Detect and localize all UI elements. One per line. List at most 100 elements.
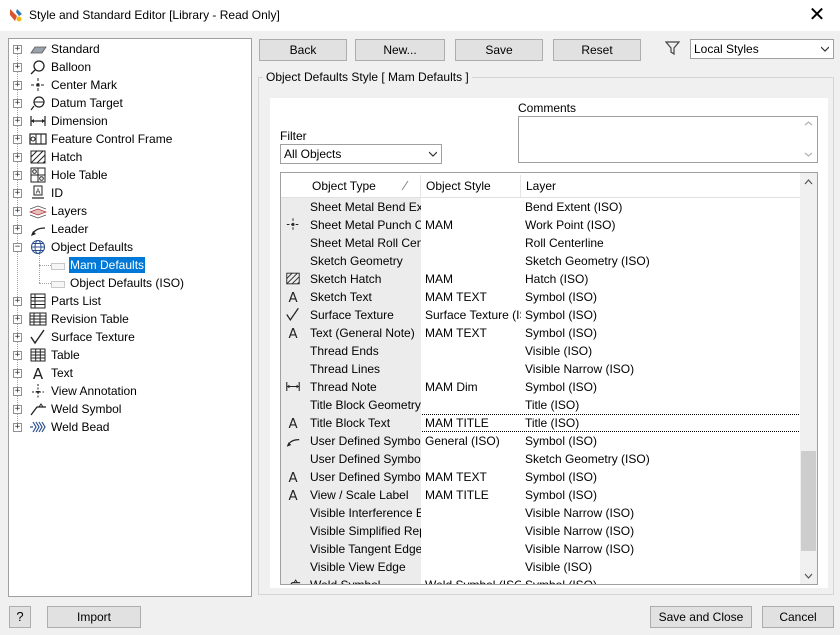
tree-item-object-defaults[interactable]: − Object Defaults bbox=[9, 238, 249, 256]
table-row[interactable]: User Defined Symbol (Leader)General (ISO… bbox=[281, 432, 801, 450]
tree-item-standard[interactable]: + Standard bbox=[9, 40, 249, 58]
cell-style[interactable] bbox=[421, 360, 521, 378]
expand-icon[interactable]: + bbox=[13, 405, 22, 414]
tree-subitem[interactable]: Object Defaults (ISO) bbox=[9, 274, 249, 292]
cell-layer[interactable]: Symbol (ISO) bbox=[521, 378, 801, 396]
styles-filter-dropdown[interactable]: Local Styles bbox=[690, 39, 834, 59]
cell-style[interactable] bbox=[421, 504, 521, 522]
expand-icon[interactable]: + bbox=[13, 351, 22, 360]
comments-scrollbar[interactable] bbox=[800, 117, 817, 162]
cell-layer[interactable]: Visible Narrow (ISO) bbox=[521, 504, 801, 522]
cell-layer[interactable]: Symbol (ISO) bbox=[521, 306, 801, 324]
funnel-icon[interactable] bbox=[665, 41, 680, 55]
cell-style[interactable]: MAM bbox=[421, 270, 521, 288]
save-and-close-button[interactable]: Save and Close bbox=[650, 606, 752, 628]
cell-layer[interactable]: Symbol (ISO) bbox=[521, 288, 801, 306]
cell-layer[interactable]: Visible Narrow (ISO) bbox=[521, 540, 801, 558]
cell-style[interactable] bbox=[421, 234, 521, 252]
expand-icon[interactable]: + bbox=[13, 153, 22, 162]
column-header-object-type[interactable]: Object Type bbox=[312, 179, 376, 193]
cell-layer[interactable]: Visible (ISO) bbox=[521, 558, 801, 576]
cell-style[interactable]: MAM TEXT bbox=[421, 288, 521, 306]
expand-icon[interactable]: + bbox=[13, 333, 22, 342]
tree-item-weld-bead[interactable]: + Weld Bead bbox=[9, 418, 249, 436]
cell-style[interactable]: General (ISO) bbox=[421, 432, 521, 450]
close-icon[interactable]: ✕ bbox=[794, 0, 840, 31]
table-row[interactable]: Sheet Metal Roll Centerline Roll Centerli… bbox=[281, 234, 801, 252]
table-row[interactable]: A View / Scale Label MAM TITLE Symbol (ISO) bbox=[281, 486, 801, 504]
tree-item-revision-table[interactable]: + Revision Table bbox=[9, 310, 249, 328]
tree-item-table[interactable]: + Table bbox=[9, 346, 249, 364]
expand-icon[interactable]: + bbox=[13, 297, 22, 306]
cell-style[interactable] bbox=[421, 198, 521, 216]
cell-style[interactable]: MAM Dim bbox=[421, 378, 521, 396]
tree-item-hatch[interactable]: + Hatch bbox=[9, 148, 249, 166]
table-row[interactable]: Thread Ends Visible (ISO) bbox=[281, 342, 801, 360]
expand-icon[interactable]: + bbox=[13, 315, 22, 324]
table-row[interactable]: Visible Simplified Representation Visible… bbox=[281, 522, 801, 540]
expand-icon[interactable]: + bbox=[13, 225, 22, 234]
import-button[interactable]: Import bbox=[47, 606, 141, 628]
table-row[interactable]: Visible View Edge Visible (ISO) bbox=[281, 558, 801, 576]
tree-item-weld-symbol[interactable]: + Weld Symbol bbox=[9, 400, 249, 418]
cell-style[interactable] bbox=[421, 558, 521, 576]
table-row[interactable]: Title Block Geometry Title (ISO) bbox=[281, 396, 801, 414]
object-filter-dropdown[interactable]: All Objects bbox=[280, 144, 442, 164]
table-row[interactable]: A User Defined Symbol TextMAM TEXTSymbol … bbox=[281, 468, 801, 486]
expand-icon[interactable]: + bbox=[13, 387, 22, 396]
expand-icon[interactable]: + bbox=[13, 81, 22, 90]
tree-item-dimension[interactable]: + Dimension bbox=[9, 112, 249, 130]
back-button[interactable]: Back bbox=[259, 39, 347, 61]
cell-layer[interactable]: Work Point (ISO) bbox=[521, 216, 801, 234]
tree-item-id[interactable]: + A ID bbox=[9, 184, 249, 202]
save-button[interactable]: Save bbox=[455, 39, 543, 61]
table-row[interactable]: Thread Note MAM Dim Symbol (ISO) bbox=[281, 378, 801, 396]
tree-item-surface-texture[interactable]: + Surface Texture bbox=[9, 328, 249, 346]
cancel-button[interactable]: Cancel bbox=[762, 606, 834, 628]
table-row[interactable]: Weld Symbol Weld Symbol (ISO) Symbol (ISO) bbox=[281, 576, 801, 584]
expand-icon[interactable]: + bbox=[13, 63, 22, 72]
expand-icon[interactable]: + bbox=[13, 423, 22, 432]
tree-item-feature-control-frame[interactable]: + Feature Control Frame bbox=[9, 130, 249, 148]
new-button[interactable]: New... bbox=[355, 39, 445, 61]
grid-body[interactable]: Sheet Metal Bend Extents Bend Extent (ISO… bbox=[281, 198, 801, 584]
table-row[interactable]: A Text (General Note) MAM TEXT Symbol (ISO) bbox=[281, 324, 801, 342]
style-tree[interactable]: + Standard + Balloon + Center Mark + Datum Targ… bbox=[8, 38, 252, 597]
cell-style[interactable] bbox=[421, 396, 521, 414]
cell-style[interactable]: MAM bbox=[421, 216, 521, 234]
column-header-object-style[interactable]: Object Style bbox=[426, 179, 491, 193]
tree-item-parts-list[interactable]: + Parts List bbox=[9, 292, 249, 310]
cell-layer[interactable]: Sketch Geometry (ISO) bbox=[521, 252, 801, 270]
table-row[interactable]: Sheet Metal Bend Extents Bend Extent (ISO… bbox=[281, 198, 801, 216]
cell-style[interactable] bbox=[421, 252, 521, 270]
table-row[interactable]: Visible Tangent Edge Visible Narrow (ISO) bbox=[281, 540, 801, 558]
column-header-layer[interactable]: Layer bbox=[526, 179, 556, 193]
cell-layer[interactable]: Symbol (ISO) bbox=[521, 324, 801, 342]
expand-icon[interactable]: + bbox=[13, 207, 22, 216]
help-button[interactable]: ? bbox=[9, 606, 31, 628]
object-defaults-grid[interactable]: Object Type Object Style Layer Sheet Met… bbox=[280, 172, 818, 585]
tree-item-balloon[interactable]: + Balloon bbox=[9, 58, 249, 76]
table-row[interactable]: Thread Lines Visible Narrow (ISO) bbox=[281, 360, 801, 378]
scroll-up-icon[interactable] bbox=[804, 178, 813, 187]
cell-layer[interactable]: Visible Narrow (ISO) bbox=[521, 360, 801, 378]
table-row[interactable]: A Title Block Text MAM TITLE Title (ISO) bbox=[281, 414, 801, 432]
expand-icon[interactable]: + bbox=[13, 45, 22, 54]
grid-scrollbar[interactable] bbox=[800, 173, 817, 584]
table-row[interactable]: Surface TextureSurface Texture (ISO)Symb… bbox=[281, 306, 801, 324]
expand-icon[interactable]: + bbox=[13, 189, 22, 198]
cell-style[interactable]: MAM TITLE bbox=[421, 414, 521, 432]
table-row[interactable]: Sketch Hatch MAM Hatch (ISO) bbox=[281, 270, 801, 288]
cell-style[interactable]: Surface Texture (ISO) bbox=[421, 306, 521, 324]
cell-style[interactable] bbox=[421, 540, 521, 558]
tree-item-view-annotation[interactable]: + View Annotation bbox=[9, 382, 249, 400]
tree-item-datum-target[interactable]: + Datum Target bbox=[9, 94, 249, 112]
cell-style[interactable]: MAM TEXT bbox=[421, 324, 521, 342]
tree-item-center-mark[interactable]: + Center Mark bbox=[9, 76, 249, 94]
cell-layer[interactable]: Title (ISO) bbox=[521, 414, 801, 432]
cell-layer[interactable]: Symbol (ISO) bbox=[521, 432, 801, 450]
cell-layer[interactable]: Symbol (ISO) bbox=[521, 576, 801, 584]
cell-layer[interactable]: Sketch Geometry (ISO) bbox=[521, 450, 801, 468]
expand-icon[interactable]: + bbox=[13, 99, 22, 108]
cell-style[interactable] bbox=[421, 522, 521, 540]
